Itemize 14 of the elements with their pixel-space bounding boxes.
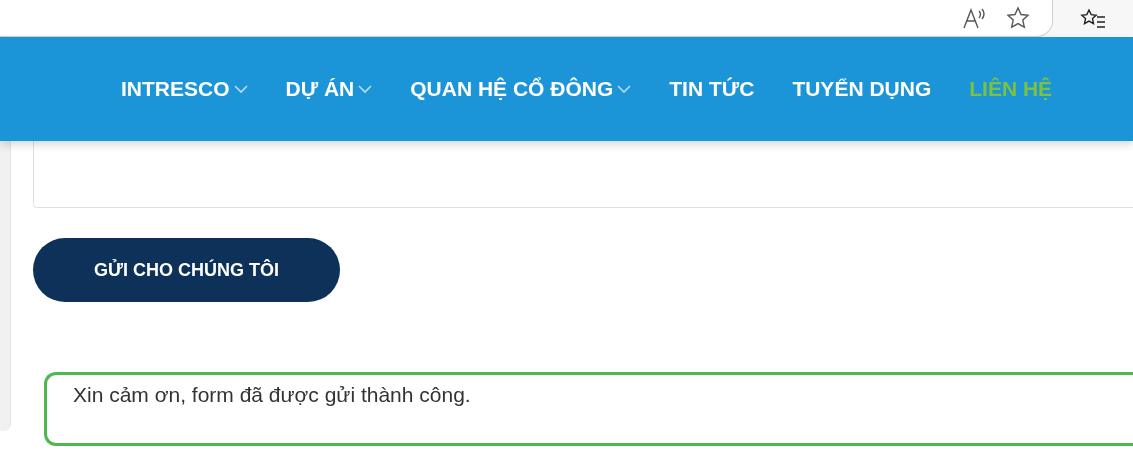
chevron-down-icon xyxy=(617,84,632,94)
success-message: Xin cảm ơn, form đã được gửi thành công. xyxy=(44,372,1133,446)
nav-link[interactable]: INTRESCO xyxy=(121,77,248,101)
submit-button[interactable]: GỬI CHO CHÚNG TÔI xyxy=(33,238,340,302)
message-field[interactable] xyxy=(33,141,1133,208)
favorites-icon[interactable] xyxy=(1080,7,1106,30)
star-icon[interactable] xyxy=(1006,6,1030,30)
read-aloud-icon[interactable] xyxy=(962,7,988,29)
nav-link[interactable]: QUAN HỆ CỔ ĐÔNG xyxy=(410,77,632,101)
nav-link[interactable]: DỰ ÁN xyxy=(285,77,373,101)
nav-link[interactable]: TIN TỨC xyxy=(669,77,755,101)
nav-link[interactable]: TUYỂN DỤNG xyxy=(792,77,932,101)
chevron-down-icon xyxy=(358,84,373,94)
chevron-down-icon xyxy=(233,84,248,94)
